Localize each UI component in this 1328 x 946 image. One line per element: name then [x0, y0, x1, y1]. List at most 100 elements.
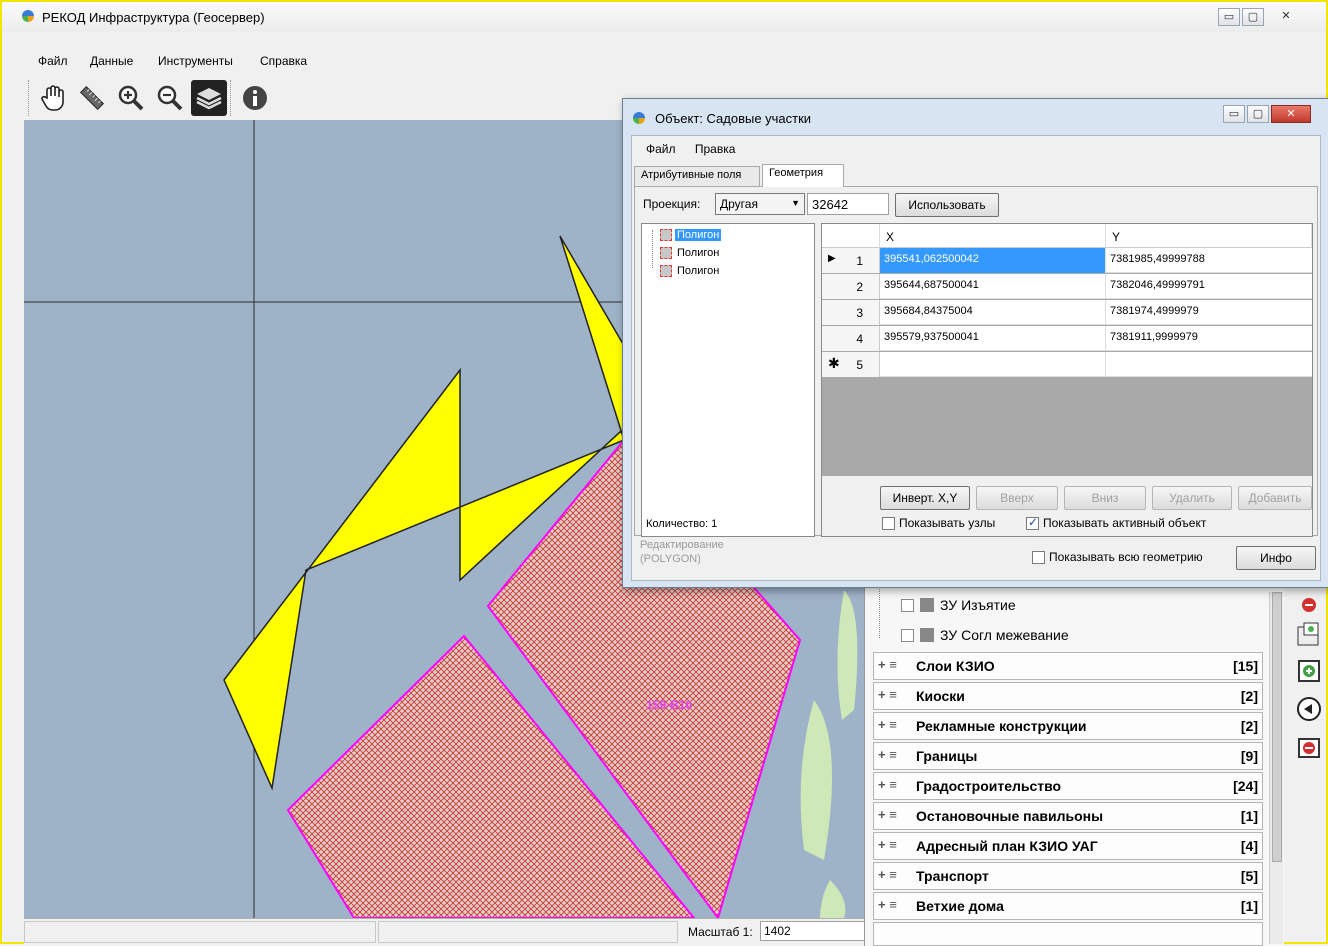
layer-group[interactable]: + ≡ Рекламные конструкции [2]	[873, 712, 1263, 740]
column-header-y[interactable]: Y	[1106, 224, 1312, 248]
close-button[interactable]: ✕	[1266, 8, 1306, 26]
layer-group[interactable]: + ≡ Адресный план КЗИО УАГ [4]	[873, 832, 1263, 860]
hand-pan-icon[interactable]	[35, 80, 71, 116]
table-row[interactable]: 3 395684,84375004 7381974,4999979	[822, 300, 1312, 325]
navigate-icon[interactable]	[1294, 694, 1324, 724]
tree-item-polygon[interactable]: Полигон	[660, 262, 721, 280]
show-active-option[interactable]: Показывать активный объект	[1026, 515, 1206, 530]
layer-group-count: [1]	[1240, 898, 1258, 914]
cell-x[interactable]: 395541,062500042	[880, 248, 1106, 273]
coordinates-grid[interactable]: X Y ▶ 1 395541,062500042 7381985,49999788…	[821, 223, 1313, 537]
row-header[interactable]: 2	[822, 274, 880, 299]
projection-label: Проекция:	[643, 197, 701, 211]
tree-item-polygon[interactable]: Полигон	[660, 226, 722, 244]
table-row[interactable]: 2 395644,687500041 7382046,49999791	[822, 274, 1312, 299]
cell-x[interactable]	[880, 352, 1106, 377]
cell-x[interactable]: 395684,84375004	[880, 300, 1106, 325]
add-vertex-icon[interactable]	[1294, 620, 1324, 650]
layer-group-partial[interactable]	[873, 922, 1263, 946]
zoom-in-icon[interactable]	[113, 80, 149, 116]
show-nodes-checkbox[interactable]	[882, 516, 895, 530]
projection-code-input[interactable]	[807, 193, 889, 215]
tab-geometry[interactable]: Геометрия	[762, 164, 844, 187]
layer-group[interactable]: + ≡ Киоски [2]	[873, 682, 1263, 710]
dialog-close-button[interactable]: ✕	[1271, 105, 1311, 123]
show-all-geometry-checkbox[interactable]	[1032, 550, 1045, 564]
expand-icon[interactable]: + ≡	[878, 837, 897, 852]
move-down-button[interactable]: Вниз	[1064, 486, 1146, 510]
invert-xy-button[interactable]: Инверт. X,Y	[880, 486, 970, 510]
menu-help[interactable]: Справка	[260, 54, 307, 68]
grid-actions: Инверт. X,Y Вверх Вниз Удалить Добавить …	[822, 476, 1312, 536]
show-nodes-option[interactable]: Показывать узлы	[882, 516, 995, 530]
show-all-geometry-option[interactable]: Показывать всю геометрию	[1032, 550, 1203, 564]
layer-checkbox[interactable]	[901, 598, 914, 612]
cell-y[interactable]: 7381974,4999979	[1106, 300, 1312, 325]
zoom-out-icon[interactable]	[152, 80, 188, 116]
menu-file[interactable]: Файл	[38, 54, 68, 68]
row-header[interactable]: 3	[822, 300, 880, 325]
dialog-window-controls: ▭ ▢ ✕	[1221, 105, 1311, 123]
dialog-maximize-button[interactable]: ▢	[1247, 105, 1269, 123]
layer-item[interactable]: ЗУ Изъятие	[901, 592, 1016, 618]
cell-y[interactable]	[1106, 352, 1312, 377]
minimize-button[interactable]: ▭	[1218, 8, 1240, 26]
layers-icon[interactable]	[191, 80, 227, 116]
layer-group[interactable]: + ≡ Границы [9]	[873, 742, 1263, 770]
expand-icon[interactable]: + ≡	[878, 747, 897, 762]
add-row-button[interactable]: Добавить	[1238, 486, 1312, 510]
delete-object-icon[interactable]	[1294, 732, 1324, 762]
dialog-menu-edit[interactable]: Правка	[695, 142, 736, 156]
layer-item[interactable]: ЗУ Согл межевание	[901, 622, 1069, 648]
layers-scrollbar[interactable]	[1269, 592, 1283, 944]
table-row-new[interactable]: ✱ 5	[822, 352, 1312, 377]
cell-y[interactable]: 7382046,49999791	[1106, 274, 1312, 299]
info-icon[interactable]	[237, 80, 273, 116]
edit-mode-label: Редактирование	[640, 539, 724, 551]
table-row[interactable]: 4 395579,937500041 7381911,9999979	[822, 326, 1312, 351]
remove-red-icon[interactable]	[1294, 590, 1324, 620]
ruler-icon[interactable]	[74, 80, 110, 116]
row-header[interactable]: ▶ 1	[822, 248, 880, 273]
delete-row-button[interactable]: Удалить	[1152, 486, 1232, 510]
use-projection-button[interactable]: Использовать	[895, 193, 999, 217]
scrollbar-thumb[interactable]	[1272, 592, 1282, 862]
right-toolbar	[1286, 582, 1328, 782]
expand-icon[interactable]: + ≡	[878, 657, 897, 672]
expand-icon[interactable]: + ≡	[878, 777, 897, 792]
maximize-button[interactable]: ▢	[1242, 8, 1264, 26]
cell-x[interactable]: 395644,687500041	[880, 274, 1106, 299]
row-header[interactable]: ✱ 5	[822, 352, 880, 377]
dialog-menubar: Файл Правка	[646, 142, 751, 156]
show-active-checkbox[interactable]	[1026, 515, 1039, 530]
menu-data[interactable]: Данные	[90, 54, 133, 68]
layer-group[interactable]: + ≡ Остановочные павильоны [1]	[873, 802, 1263, 830]
projection-select[interactable]: Другая ▼	[715, 193, 805, 215]
expand-icon[interactable]: + ≡	[878, 807, 897, 822]
move-up-button[interactable]: Вверх	[976, 486, 1058, 510]
layer-group[interactable]: + ≡ Ветхие дома [1]	[873, 892, 1263, 920]
menu-tools[interactable]: Инструменты	[158, 54, 233, 68]
info-button[interactable]: Инфо	[1236, 546, 1316, 570]
table-row[interactable]: ▶ 1 395541,062500042 7381985,49999788	[822, 248, 1312, 273]
dialog-minimize-button[interactable]: ▭	[1223, 105, 1245, 123]
dialog-menu-file[interactable]: Файл	[646, 142, 676, 156]
expand-icon[interactable]: + ≡	[878, 897, 897, 912]
geometry-tree[interactable]: Полигон Полигон Полигон Количество: 1	[641, 223, 815, 537]
layer-group[interactable]: + ≡ Градостроительство [24]	[873, 772, 1263, 800]
expand-icon[interactable]: + ≡	[878, 717, 897, 732]
expand-icon[interactable]: + ≡	[878, 867, 897, 882]
add-object-icon[interactable]	[1294, 656, 1324, 686]
row-number: 2	[856, 280, 863, 294]
layer-checkbox[interactable]	[901, 628, 914, 642]
cell-y[interactable]: 7381985,49999788	[1106, 248, 1312, 273]
tree-item-polygon[interactable]: Полигон	[660, 244, 721, 262]
layer-group[interactable]: + ≡ Слои КЗИО [15]	[873, 652, 1263, 680]
cell-x[interactable]: 395579,937500041	[880, 326, 1106, 351]
column-header-x[interactable]: X	[880, 224, 1106, 248]
expand-icon[interactable]: + ≡	[878, 687, 897, 702]
cell-y[interactable]: 7381911,9999979	[1106, 326, 1312, 351]
tab-attributes[interactable]: Атрибутивные поля	[634, 166, 760, 186]
layer-group[interactable]: + ≡ Транспорт [5]	[873, 862, 1263, 890]
row-header[interactable]: 4	[822, 326, 880, 351]
